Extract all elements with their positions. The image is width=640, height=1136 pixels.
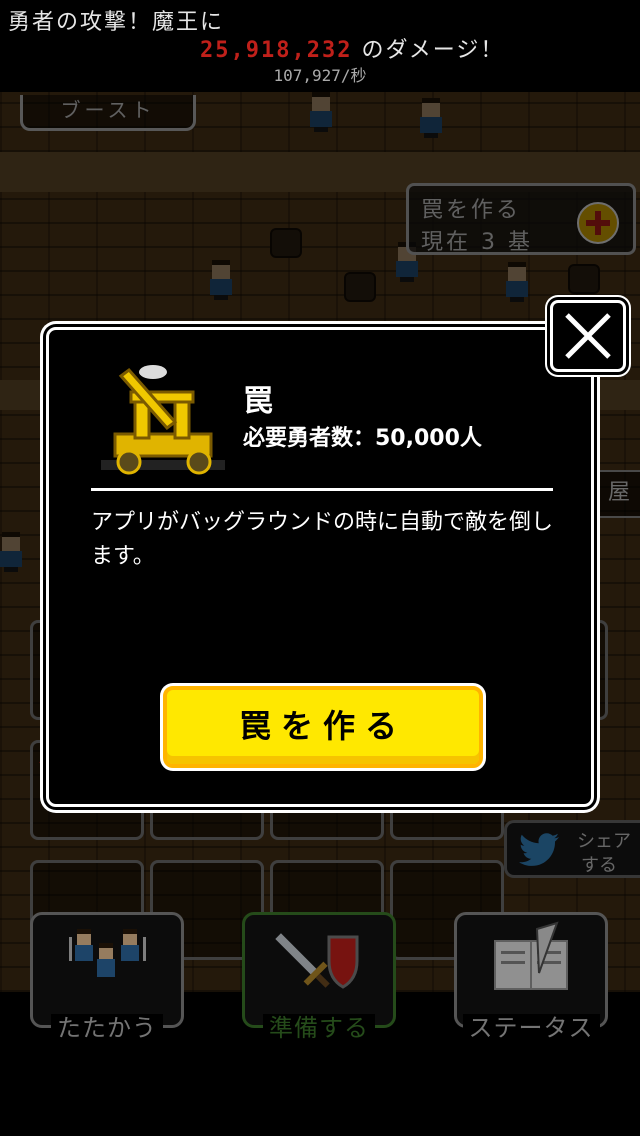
divider xyxy=(91,488,553,491)
damage-message: 25,918,232 のダメージ！ xyxy=(200,32,504,64)
close-icon xyxy=(565,313,611,359)
item-dialog: 罠 必要勇者数：50,000人 アプリがバッグラウンドの時に自動で敵を倒します。… xyxy=(46,327,594,807)
close-button[interactable] xyxy=(550,300,626,372)
damage-header: 勇者の攻撃！魔王に 25,918,232 のダメージ！ 107,927/秒 xyxy=(0,0,640,92)
damage-suffix: のダメージ！ xyxy=(352,38,505,63)
catapult-icon xyxy=(101,365,225,475)
attack-message: 勇者の攻撃！魔王に xyxy=(8,10,225,35)
item-description: アプリがバッグラウンドの時に自動で敵を倒します。 xyxy=(91,510,554,569)
damage-rate: 107,927/秒 xyxy=(273,66,367,85)
item-name: 罠 xyxy=(243,384,273,419)
damage-value: 25,918,232 xyxy=(200,38,353,63)
make-trap-button[interactable]: 罠を作る xyxy=(163,686,483,768)
required-heroes: 必要勇者数：50,000人 xyxy=(243,426,482,451)
